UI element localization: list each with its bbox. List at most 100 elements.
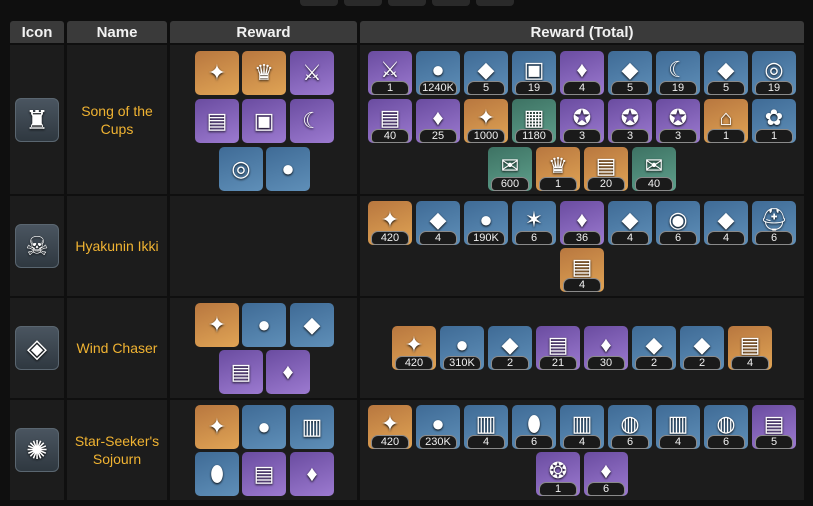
- reward-item[interactable]: ◉ 6: [656, 201, 700, 245]
- gold-icon: ✪: [668, 105, 688, 130]
- reward-item[interactable]: ♦: [266, 350, 310, 394]
- book-icon: ▤: [763, 411, 785, 436]
- reward-item[interactable]: ▤: [242, 452, 286, 496]
- reward-item[interactable]: ▣: [242, 99, 286, 143]
- reward-item[interactable]: ●: [242, 303, 286, 347]
- reward-item[interactable]: ✪ 3: [656, 99, 700, 143]
- item-count: 1: [755, 129, 793, 143]
- oni-mask-event-icon[interactable]: ☠: [15, 224, 59, 268]
- reward-item[interactable]: ✉ 40: [632, 147, 676, 191]
- reward-item[interactable]: ✦: [195, 303, 239, 347]
- item-count: 6: [515, 435, 553, 449]
- ore-icon: ◆: [645, 332, 663, 357]
- top-tab[interactable]: [432, 0, 470, 6]
- reward-item[interactable]: ◆ 5: [608, 51, 652, 95]
- reward-item[interactable]: ●: [266, 147, 310, 191]
- item-count: 40: [371, 129, 409, 143]
- reward-item[interactable]: ♦ 6: [584, 452, 628, 496]
- reward-item[interactable]: ✿ 1: [752, 99, 796, 143]
- ore-icon: ◆: [621, 207, 639, 232]
- reward-item[interactable]: ▦ 1180: [512, 99, 556, 143]
- reward-item[interactable]: ✦: [195, 51, 239, 95]
- reward-item[interactable]: ◆ 5: [704, 51, 748, 95]
- reward-item[interactable]: ⚔: [290, 51, 334, 95]
- cup-event-icon[interactable]: ♜: [15, 97, 59, 142]
- item-count: 6: [707, 435, 745, 449]
- reward-item[interactable]: ▥ 4: [560, 405, 604, 449]
- reward-item[interactable]: ▥ 4: [464, 405, 508, 449]
- reward-item[interactable]: ✦ 420: [368, 201, 412, 245]
- star-event-icon[interactable]: ✺: [15, 428, 59, 472]
- item-count: 1000: [467, 129, 505, 143]
- reward-item[interactable]: ✦ 1000: [464, 99, 508, 143]
- mora-icon: ●: [281, 156, 295, 181]
- top-tab[interactable]: [300, 0, 338, 6]
- reward-item[interactable]: ♦ 36: [560, 201, 604, 245]
- star-event-icon-glyph: ✺: [26, 435, 48, 465]
- reward-item[interactable]: ▤: [219, 350, 263, 394]
- reward-item[interactable]: ✉ 600: [488, 147, 532, 191]
- reward-item[interactable]: ♦: [290, 452, 334, 496]
- reward-item[interactable]: ▤ 4: [728, 326, 772, 370]
- reward-item[interactable]: ⬮: [195, 452, 239, 496]
- wind-event-icon[interactable]: ◈: [15, 326, 59, 370]
- item-count: 4: [611, 231, 649, 245]
- item-count: 30: [587, 356, 625, 370]
- reward-item[interactable]: ❂ 1: [536, 452, 580, 496]
- ore-icon: ◆: [477, 57, 495, 82]
- reward-item[interactable]: ✪ 3: [608, 99, 652, 143]
- reward-item[interactable]: ♦ 25: [416, 99, 460, 143]
- reward-item[interactable]: ✦ 420: [392, 326, 436, 370]
- reward-item[interactable]: ● 230K: [416, 405, 460, 449]
- reward-item[interactable]: ● 1240K: [416, 51, 460, 95]
- reward-item[interactable]: ◆ 2: [632, 326, 676, 370]
- mora-icon: ●: [431, 411, 445, 436]
- reward-item[interactable]: ◆ 2: [488, 326, 532, 370]
- reward-item[interactable]: ☾: [290, 99, 334, 143]
- reward-item[interactable]: ▤ 5: [752, 405, 796, 449]
- reward-item[interactable]: ✦ 420: [368, 405, 412, 449]
- reward-item[interactable]: ▥: [290, 405, 334, 449]
- reward-item[interactable]: ▤ 40: [368, 99, 412, 143]
- book-icon: ▤: [571, 254, 593, 279]
- reward-item[interactable]: ●: [242, 405, 286, 449]
- reward-item[interactable]: ♦ 4: [560, 51, 604, 95]
- top-tab[interactable]: [388, 0, 426, 6]
- reward-item[interactable]: ◎ 19: [752, 51, 796, 95]
- reward-item[interactable]: ⚔ 1: [368, 51, 412, 95]
- reward-item[interactable]: ✦: [195, 405, 239, 449]
- reward-item[interactable]: ⬮ 6: [512, 405, 556, 449]
- reward-item[interactable]: ⛑ 6: [752, 201, 796, 245]
- reward-item[interactable]: ◆ 4: [704, 201, 748, 245]
- item-count: 310K: [443, 356, 481, 370]
- reward-item[interactable]: ◎: [219, 147, 263, 191]
- reward-item[interactable]: ▥ 4: [656, 405, 700, 449]
- reward-item[interactable]: ◆ 4: [608, 201, 652, 245]
- reward-item[interactable]: ✪ 3: [560, 99, 604, 143]
- item-count: 1180: [515, 129, 553, 143]
- reward-item[interactable]: ♦ 30: [584, 326, 628, 370]
- reward-item[interactable]: ▤ 21: [536, 326, 580, 370]
- reward-item[interactable]: ♛: [242, 51, 286, 95]
- reward-item[interactable]: ◆ 5: [464, 51, 508, 95]
- reward-item[interactable]: ◆ 2: [680, 326, 724, 370]
- reward-item[interactable]: ◍ 6: [704, 405, 748, 449]
- reward-item[interactable]: ♛ 1: [536, 147, 580, 191]
- event-name: Hyakunin Ikki: [67, 196, 167, 296]
- reward-item[interactable]: ◆ 4: [416, 201, 460, 245]
- reward-item[interactable]: ● 310K: [440, 326, 484, 370]
- reward-item[interactable]: ⌂ 1: [704, 99, 748, 143]
- reward-item[interactable]: ● 190K: [464, 201, 508, 245]
- reward-item[interactable]: ☾ 19: [656, 51, 700, 95]
- reward-item[interactable]: ▤: [195, 99, 239, 143]
- reward-item[interactable]: ◍ 6: [608, 405, 652, 449]
- top-tab[interactable]: [476, 0, 514, 6]
- reward-item[interactable]: ▣ 19: [512, 51, 556, 95]
- reward-item[interactable]: ▤ 20: [584, 147, 628, 191]
- reward-item[interactable]: ▤ 4: [560, 248, 604, 292]
- crystal-icon: ♦: [600, 332, 612, 357]
- reward-item[interactable]: ◆: [290, 303, 334, 347]
- reward-item[interactable]: ✶ 6: [512, 201, 556, 245]
- wind-event-icon-glyph: ◈: [27, 333, 47, 363]
- top-tab[interactable]: [344, 0, 382, 6]
